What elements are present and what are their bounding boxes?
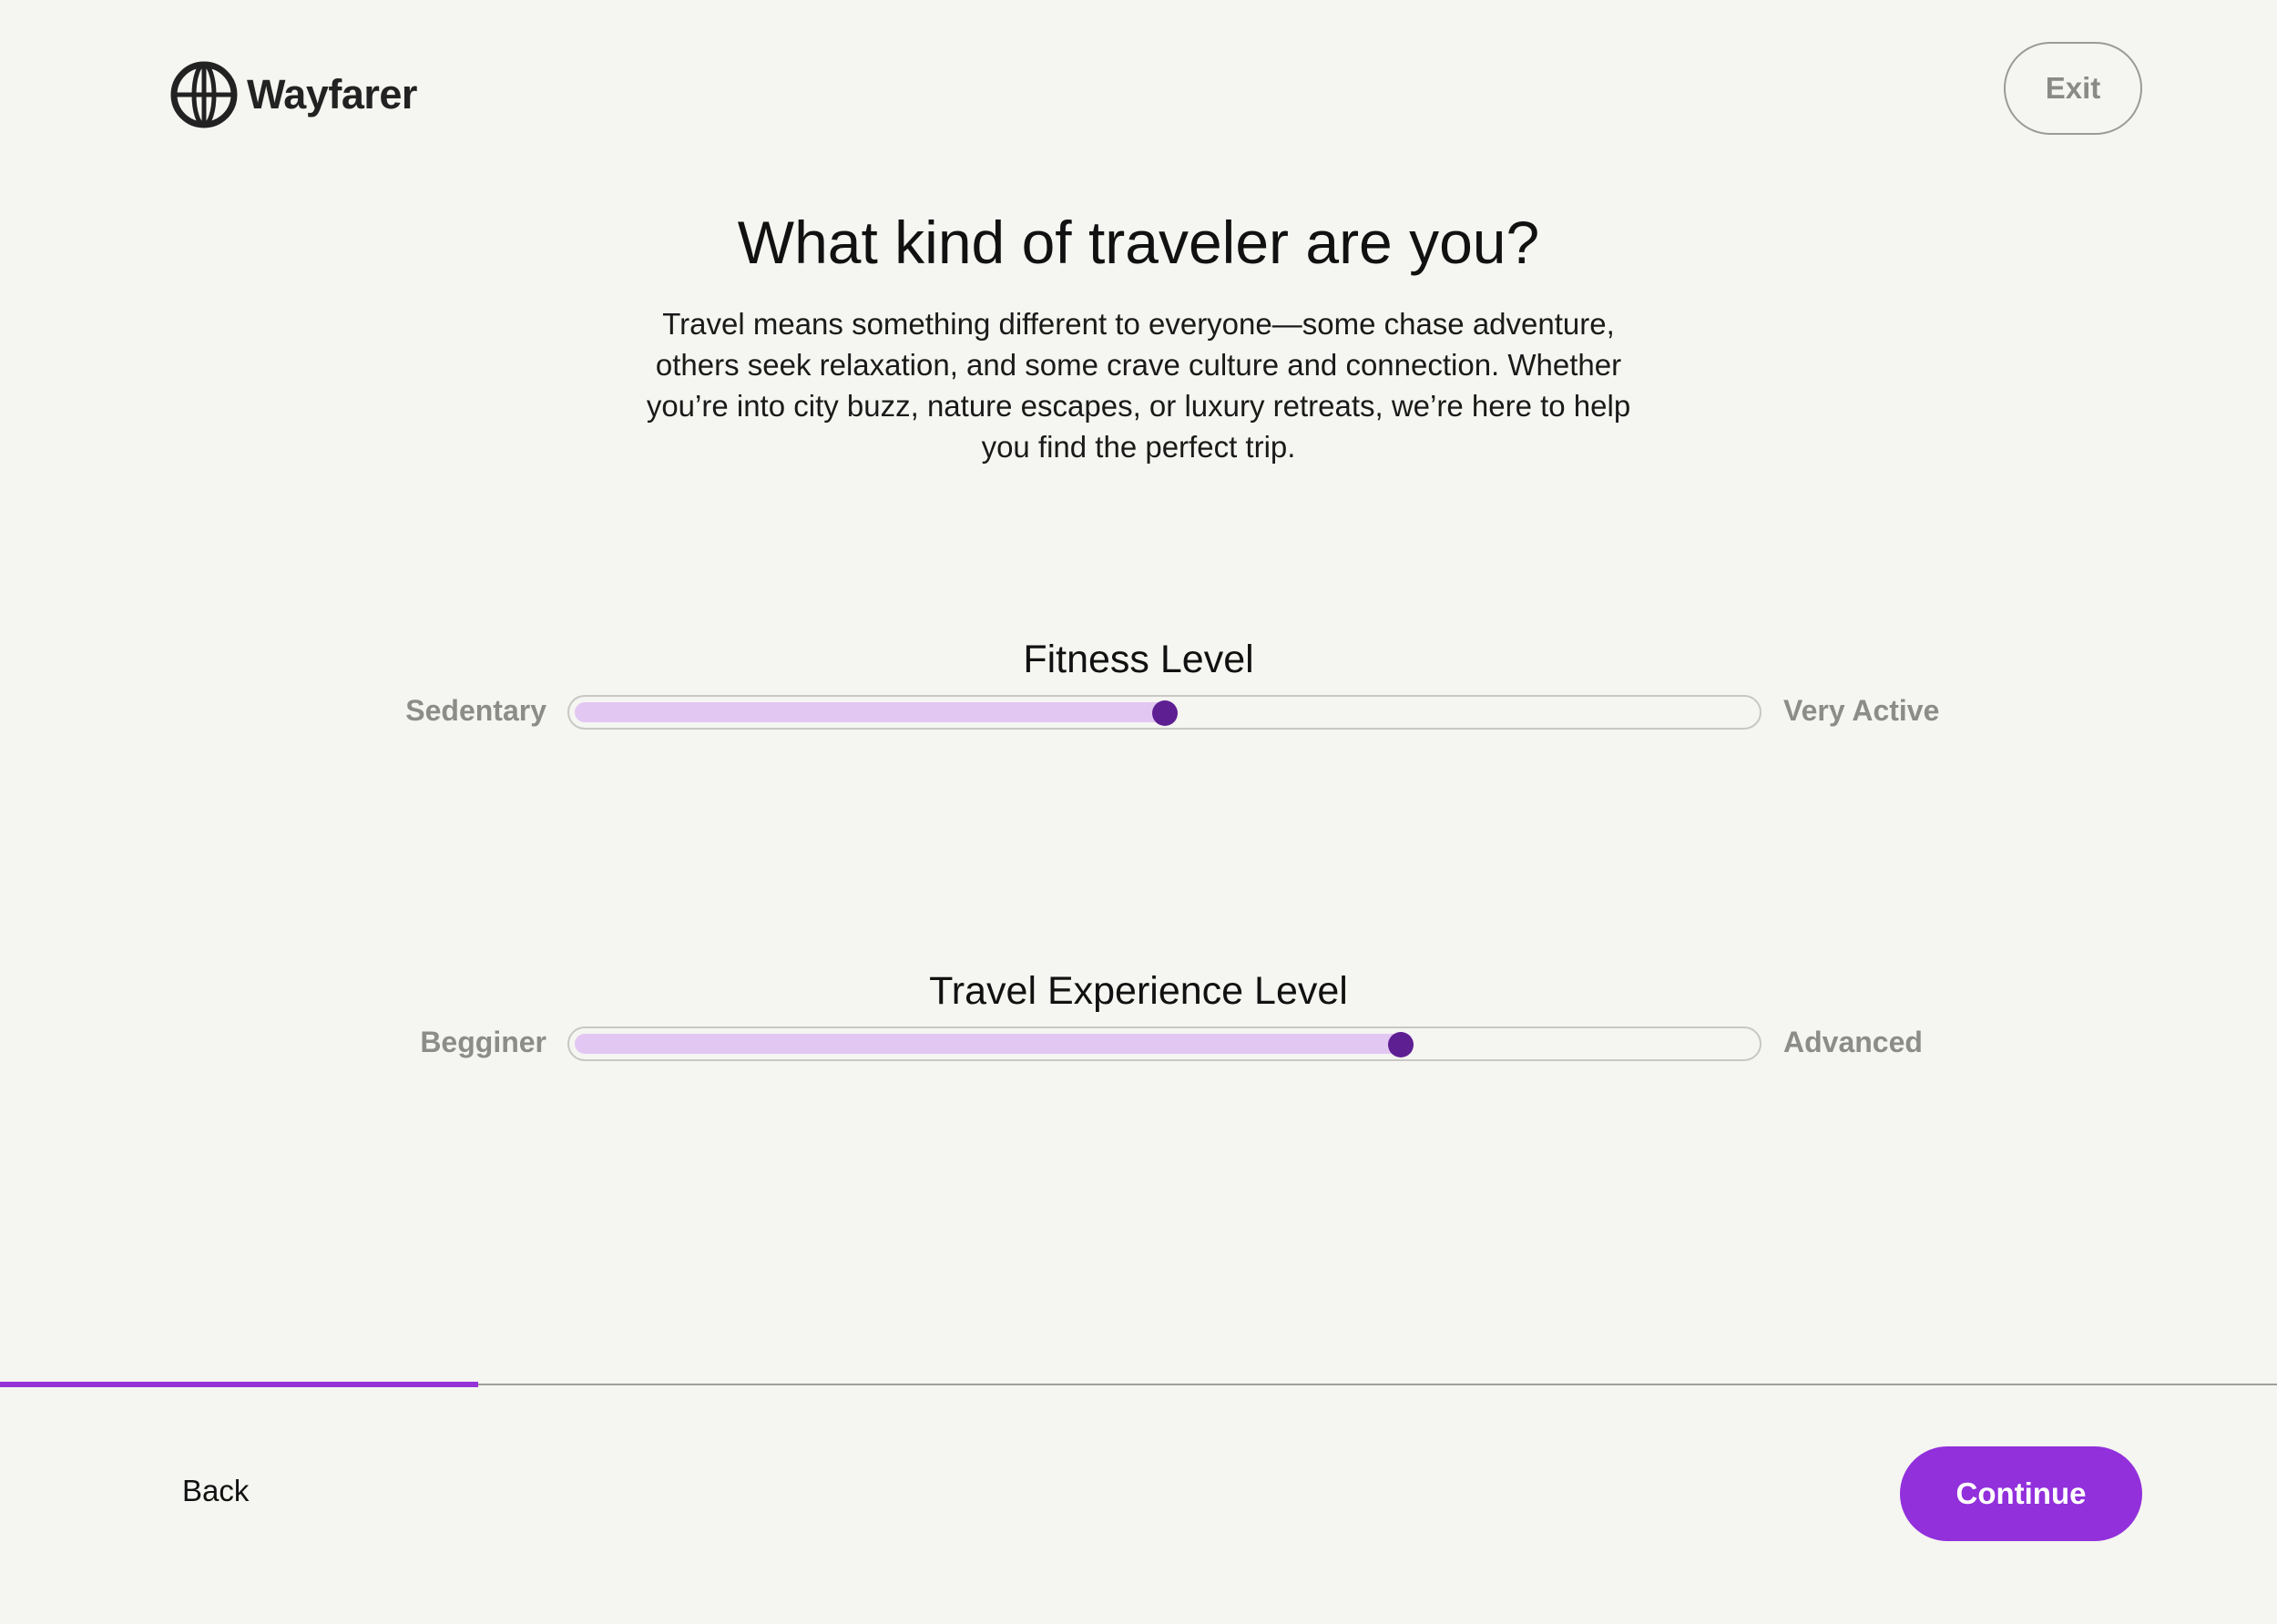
globe-icon bbox=[170, 61, 238, 128]
slider-fill bbox=[575, 702, 1170, 722]
slider-title: Travel Experience Level bbox=[929, 969, 1348, 1013]
page-description: Travel means something different to ever… bbox=[646, 307, 1631, 464]
slider-thumb[interactable] bbox=[1387, 1032, 1414, 1057]
slider-title: Fitness Level bbox=[1023, 638, 1254, 681]
travel-experience-slider[interactable] bbox=[567, 1026, 1761, 1061]
slider-fill bbox=[575, 1034, 1406, 1054]
exit-button[interactable]: Exit bbox=[2004, 42, 2142, 135]
brand-name: Wayfarer bbox=[247, 71, 417, 117]
page-title: What kind of traveler are you? bbox=[737, 209, 1540, 276]
step-progress-bar bbox=[0, 1382, 2277, 1387]
slider-min-label: Sedentary bbox=[405, 694, 546, 727]
onboarding-page: Wayfarer Exit What kind of traveler are … bbox=[0, 0, 2277, 1624]
slider-thumb[interactable] bbox=[1151, 700, 1178, 726]
slider-max-label: Advanced bbox=[1783, 1026, 1923, 1058]
progress-fill bbox=[0, 1382, 478, 1387]
slider-min-label: Begginer bbox=[420, 1026, 546, 1058]
brand[interactable]: Wayfarer bbox=[170, 61, 417, 128]
slider-max-label: Very Active bbox=[1783, 694, 1940, 727]
fitness-level-slider[interactable] bbox=[567, 695, 1761, 730]
back-button[interactable]: Back bbox=[182, 1474, 249, 1508]
continue-button[interactable]: Continue bbox=[1900, 1446, 2142, 1541]
